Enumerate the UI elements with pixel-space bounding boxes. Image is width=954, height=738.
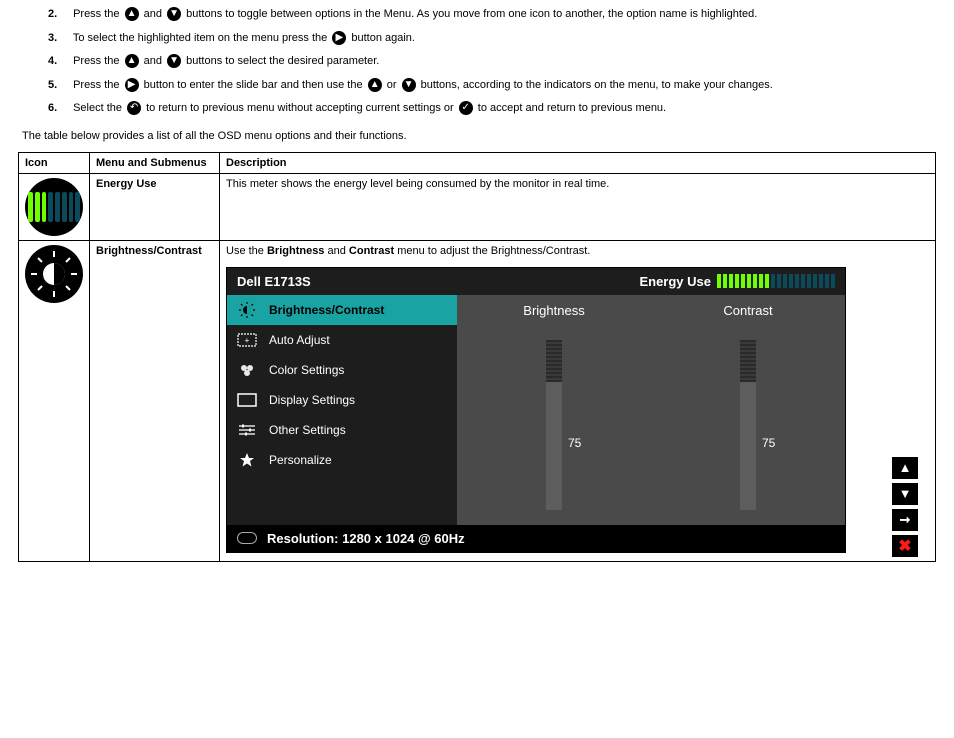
row-brightness-contrast: Brightness/Contrast Use the Brightness a… <box>19 240 936 561</box>
resolution-icon <box>237 532 257 544</box>
check-icon: ✓ <box>459 101 473 115</box>
down-icon: ▼ <box>402 78 416 92</box>
row-energy-use: Energy Use This meter shows the energy l… <box>19 173 936 240</box>
menu-energy: Energy Use <box>90 173 220 240</box>
osd-menu-auto-adjust[interactable]: + Auto Adjust <box>227 325 457 355</box>
display-icon <box>237 392 257 408</box>
table-intro: The table below provides a list of all t… <box>22 130 936 142</box>
osd-content: Brightness 75 Contrast 75 <box>457 295 845 525</box>
osd-menu-display-settings[interactable]: Display Settings <box>227 385 457 415</box>
osd-close-button[interactable]: ✖ <box>892 535 918 557</box>
sliders-icon <box>237 422 257 438</box>
right-icon: ▶ <box>332 31 346 45</box>
th-menu: Menu and Submenus <box>90 152 220 173</box>
step-6: 6. Select the ↶ to return to previous me… <box>48 100 936 118</box>
down-icon: ▼ <box>167 7 181 21</box>
th-desc: Description <box>220 152 936 173</box>
osd-down-button[interactable]: ▼ <box>892 483 918 505</box>
osd-options-table: Icon Menu and Submenus Description Energ… <box>18 152 936 562</box>
up-icon: ▲ <box>125 54 139 68</box>
osd-body: Brightness/Contrast + Auto Adjust Color … <box>227 295 845 525</box>
osd-side-buttons: ▲ ▼ ➞ ✖ <box>892 457 922 557</box>
th-icon: Icon <box>19 152 90 173</box>
resolution-text: Resolution: 1280 x 1024 @ 60Hz <box>267 531 465 546</box>
down-icon: ▼ <box>167 54 181 68</box>
osd-menu-personalize[interactable]: Personalize <box>227 445 457 475</box>
osd-footer: Resolution: 1280 x 1024 @ 60Hz <box>227 525 845 552</box>
osd-panel: Dell E1713S Energy Use Bri <box>226 267 846 553</box>
osd-menu: Brightness/Contrast + Auto Adjust Color … <box>227 295 457 525</box>
svg-text:+: + <box>245 336 250 345</box>
auto-adjust-icon: + <box>237 332 257 348</box>
star-icon <box>237 452 257 468</box>
osd-header: Dell E1713S Energy Use <box>227 268 845 295</box>
osd-title: Dell E1713S <box>237 274 311 289</box>
step-5: 5. Press the ▶ button to enter the slide… <box>48 77 936 95</box>
step-4: 4. Press the ▲ and ▼ buttons to select t… <box>48 53 936 71</box>
desc-bc: Use the Brightness and Contrast menu to … <box>220 240 936 561</box>
up-icon: ▲ <box>125 7 139 21</box>
brightness-contrast-icon <box>25 245 83 303</box>
energy-meter-icon <box>25 178 83 236</box>
up-icon: ▲ <box>368 78 382 92</box>
osd-energy-meter: Energy Use <box>639 274 835 289</box>
sun-icon <box>237 302 257 318</box>
osd-up-button[interactable]: ▲ <box>892 457 918 479</box>
instruction-list: 2. Press the ▲ and ▼ buttons to toggle b… <box>18 6 936 118</box>
step-2: 2. Press the ▲ and ▼ buttons to toggle b… <box>48 6 936 24</box>
osd-enter-button[interactable]: ➞ <box>892 509 918 531</box>
back-icon: ↶ <box>127 101 141 115</box>
osd-menu-other-settings[interactable]: Other Settings <box>227 415 457 445</box>
right-icon: ▶ <box>125 78 139 92</box>
desc-energy: This meter shows the energy level being … <box>220 173 936 240</box>
brightness-slider[interactable]: Brightness 75 <box>457 295 651 525</box>
osd-menu-color-settings[interactable]: Color Settings <box>227 355 457 385</box>
color-icon <box>237 362 257 378</box>
step-3: 3. To select the highlighted item on the… <box>48 30 936 48</box>
osd-menu-brightness-contrast[interactable]: Brightness/Contrast <box>227 295 457 325</box>
menu-bc: Brightness/Contrast <box>90 240 220 561</box>
contrast-slider[interactable]: Contrast 75 <box>651 295 845 525</box>
